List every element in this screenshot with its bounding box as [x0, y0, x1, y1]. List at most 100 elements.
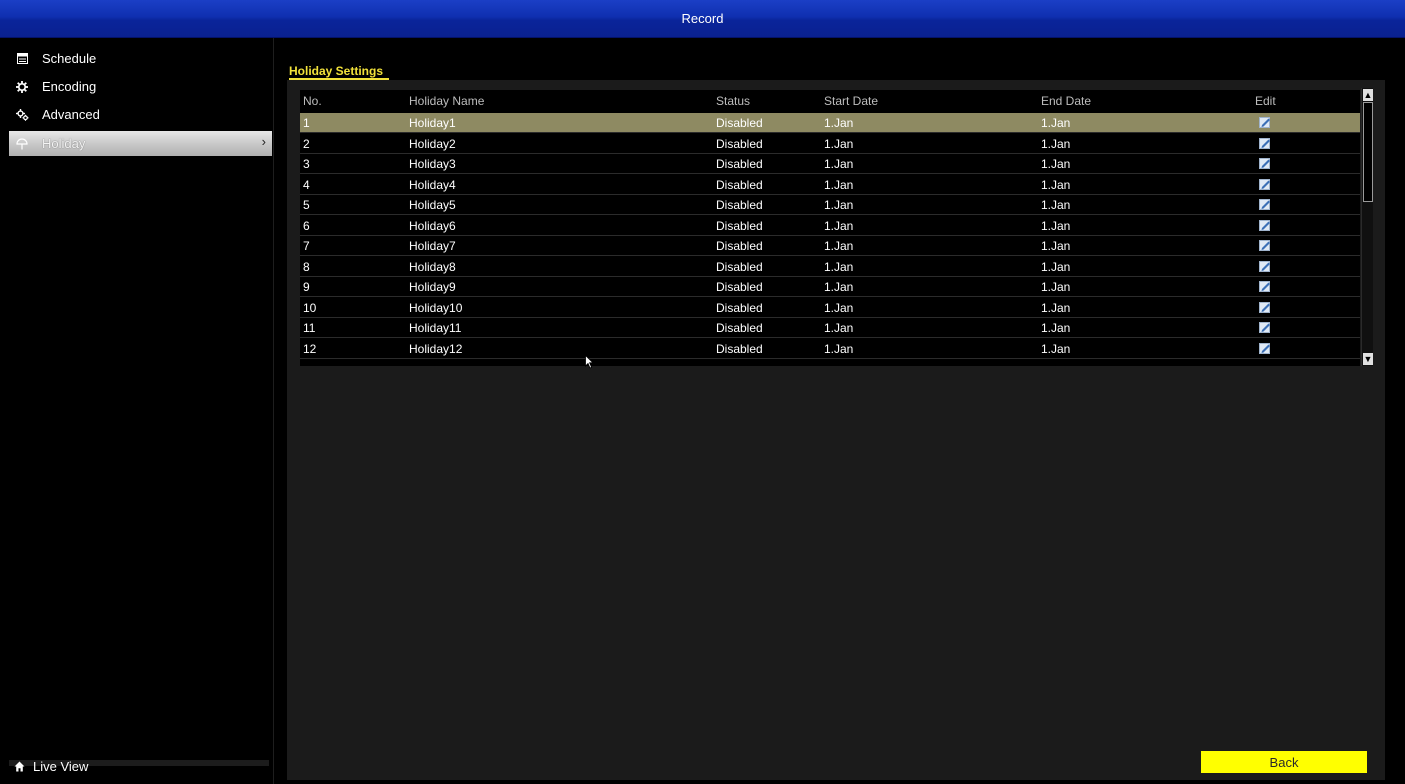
window-title: Record — [681, 11, 724, 26]
sidebar-item-holiday[interactable]: Holiday › — [9, 131, 272, 156]
cell-start-date: 1.Jan — [824, 198, 854, 212]
edit-icon[interactable] — [1259, 137, 1271, 149]
table-row[interactable]: 9 Holiday9 Disabled 1.Jan 1.Jan — [300, 277, 1360, 297]
cell-no: 7 — [303, 239, 310, 253]
cell-start-date: 1.Jan — [824, 259, 854, 274]
cell-holiday-name: Holiday9 — [409, 280, 456, 294]
cell-holiday-name: Holiday3 — [409, 157, 456, 171]
cell-holiday-name: Holiday5 — [409, 198, 456, 212]
sidebar-item-encoding[interactable]: Encoding — [9, 74, 272, 99]
table-row[interactable]: 7 Holiday7 Disabled 1.Jan 1.Jan — [300, 236, 1360, 256]
table-row[interactable]: 12 Holiday12 Disabled 1.Jan 1.Jan — [300, 338, 1360, 359]
cell-status: Disabled — [716, 198, 763, 212]
cell-status: Disabled — [716, 218, 763, 233]
cell-status: Disabled — [716, 341, 763, 356]
table-row[interactable]: 8 Holiday8 Disabled 1.Jan 1.Jan — [300, 256, 1360, 277]
column-header-no[interactable]: No. — [303, 94, 322, 108]
edit-icon[interactable] — [1259, 342, 1271, 354]
cell-no: 3 — [303, 157, 310, 171]
table-scrollbar[interactable]: ▲ ▼ — [1361, 88, 1373, 366]
sidebar: Schedule Encoding Advanced Holiday › — [0, 38, 274, 784]
table-row[interactable]: 2 Holiday2 Disabled 1.Jan 1.Jan — [300, 133, 1360, 154]
edit-icon[interactable] — [1259, 301, 1271, 313]
sidebar-item-label: Holiday — [42, 136, 86, 151]
cell-start-date: 1.Jan — [824, 300, 854, 315]
column-header-status[interactable]: Status — [716, 94, 750, 108]
cell-holiday-name: Holiday2 — [409, 136, 456, 151]
column-header-start-date[interactable]: Start Date — [824, 94, 878, 108]
cell-holiday-name: Holiday8 — [409, 259, 456, 274]
scroll-up-icon[interactable]: ▲ — [1363, 89, 1373, 101]
cell-no: 5 — [303, 198, 310, 212]
cell-status: Disabled — [716, 116, 763, 130]
cell-status: Disabled — [716, 259, 763, 274]
cell-start-date: 1.Jan — [824, 218, 854, 233]
cell-end-date: 1.Jan — [1041, 280, 1071, 294]
cell-start-date: 1.Jan — [824, 239, 854, 253]
back-button[interactable]: Back — [1201, 751, 1367, 773]
scroll-down-icon[interactable]: ▼ — [1363, 353, 1373, 365]
cell-holiday-name: Holiday4 — [409, 177, 456, 192]
mouse-cursor-icon — [585, 354, 595, 374]
cell-start-date: 1.Jan — [824, 321, 854, 335]
cell-end-date: 1.Jan — [1041, 218, 1071, 233]
cell-end-date: 1.Jan — [1041, 198, 1071, 212]
scroll-thumb[interactable] — [1363, 102, 1373, 202]
edit-icon[interactable] — [1259, 198, 1271, 210]
edit-icon[interactable] — [1259, 157, 1271, 169]
column-header-end-date[interactable]: End Date — [1041, 94, 1091, 108]
cell-status: Disabled — [716, 157, 763, 171]
cell-no: 1 — [303, 116, 310, 130]
table-row[interactable]: 10 Holiday10 Disabled 1.Jan 1.Jan — [300, 297, 1360, 318]
table-row[interactable]: 5 Holiday5 Disabled 1.Jan 1.Jan — [300, 195, 1360, 215]
edit-icon[interactable] — [1259, 219, 1271, 231]
edit-icon[interactable] — [1259, 239, 1271, 251]
table-row[interactable]: 6 Holiday6 Disabled 1.Jan 1.Jan — [300, 215, 1360, 236]
cell-no: 2 — [303, 136, 310, 151]
table-row[interactable]: 4 Holiday4 Disabled 1.Jan 1.Jan — [300, 174, 1360, 195]
cell-holiday-name: Holiday1 — [409, 116, 456, 130]
sidebar-item-label: Schedule — [42, 51, 97, 66]
schedule-icon — [13, 51, 31, 67]
cell-holiday-name: Holiday11 — [409, 321, 462, 335]
edit-icon[interactable] — [1259, 178, 1271, 190]
cell-status: Disabled — [716, 321, 763, 335]
table-row[interactable]: 1 Holiday1 Disabled 1.Jan 1.Jan — [300, 113, 1360, 133]
cell-end-date: 1.Jan — [1041, 177, 1071, 192]
live-view-button[interactable]: Live View — [14, 755, 88, 777]
section-title-underline — [289, 78, 389, 80]
live-view-label: Live View — [33, 758, 89, 774]
table-row[interactable]: 11 Holiday11 Disabled 1.Jan 1.Jan — [300, 318, 1360, 338]
cell-start-date: 1.Jan — [824, 136, 854, 151]
cell-no: 8 — [303, 259, 310, 274]
cell-holiday-name: Holiday12 — [409, 341, 463, 356]
edit-icon[interactable] — [1259, 260, 1271, 272]
table-row-partial[interactable] — [300, 359, 1360, 366]
edit-icon[interactable] — [1259, 321, 1271, 333]
cell-holiday-name: Holiday7 — [409, 239, 456, 253]
cell-holiday-name: Holiday10 — [409, 300, 463, 315]
title-bar: Record — [0, 0, 1405, 38]
column-header-edit[interactable]: Edit — [1255, 94, 1276, 108]
cell-start-date: 1.Jan — [824, 177, 854, 192]
cell-start-date: 1.Jan — [824, 341, 854, 356]
cell-no: 6 — [303, 218, 310, 233]
edit-icon[interactable] — [1259, 280, 1271, 292]
table-header: No. Holiday Name Status Start Date End D… — [300, 90, 1360, 112]
sidebar-item-label: Encoding — [42, 79, 97, 94]
cell-end-date: 1.Jan — [1041, 321, 1071, 335]
holiday-table: No. Holiday Name Status Start Date End D… — [300, 90, 1360, 366]
cell-start-date: 1.Jan — [824, 116, 854, 130]
home-icon — [14, 761, 25, 772]
cell-end-date: 1.Jan — [1041, 341, 1071, 356]
edit-icon[interactable] — [1259, 116, 1271, 128]
cell-no: 10 — [303, 300, 317, 315]
sidebar-item-label: Advanced — [42, 107, 100, 122]
cell-status: Disabled — [716, 177, 763, 192]
cell-status: Disabled — [716, 300, 763, 315]
cell-status: Disabled — [716, 239, 763, 253]
column-header-holiday-name[interactable]: Holiday Name — [409, 94, 484, 108]
sidebar-item-schedule[interactable]: Schedule — [9, 46, 272, 71]
table-row[interactable]: 3 Holiday3 Disabled 1.Jan 1.Jan — [300, 154, 1360, 174]
sidebar-item-advanced[interactable]: Advanced — [9, 102, 272, 127]
